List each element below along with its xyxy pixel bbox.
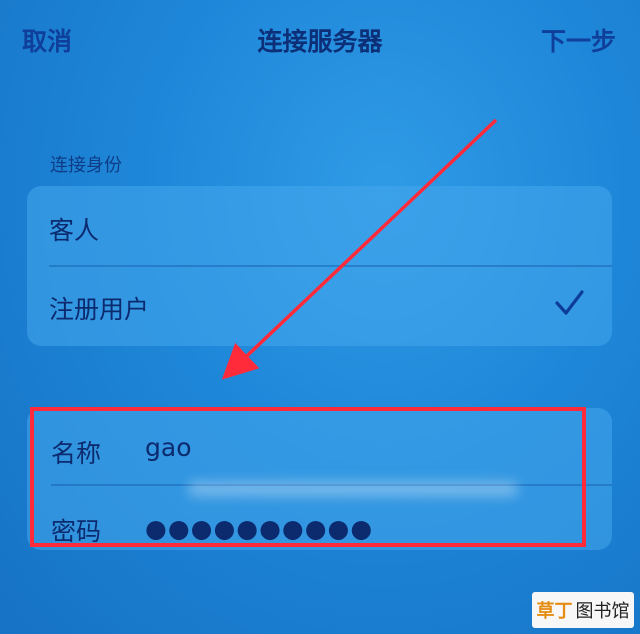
watermark: 草丁 图书馆 xyxy=(532,592,634,628)
annotation-highlight-box xyxy=(30,407,586,547)
watermark-text-b: 图书馆 xyxy=(575,601,630,622)
watermark-text-a: 草丁 xyxy=(536,601,573,622)
